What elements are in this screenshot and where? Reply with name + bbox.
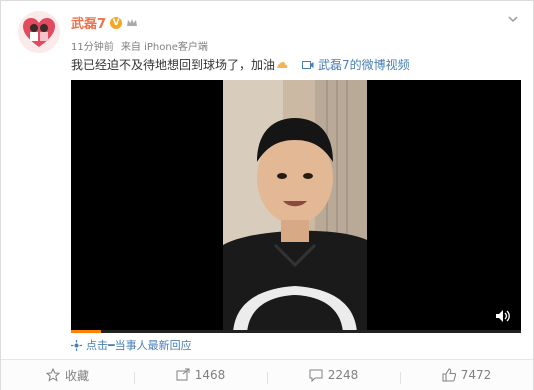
comment-button[interactable]: 2248 — [267, 368, 400, 384]
star-icon — [45, 368, 60, 382]
video-link-label: 武磊7的微博视频 — [318, 58, 410, 72]
post-time[interactable]: 11分钟前 — [71, 42, 114, 53]
post-body: 我已经迫不及待地想回到球场了，加油 — [71, 58, 276, 72]
member-crown-icon — [127, 18, 138, 26]
post-text: 我已经迫不及待地想回到球场了，加油 武磊7的微博视频 — [71, 56, 410, 73]
video-progress-bar[interactable] — [71, 330, 521, 333]
video-player[interactable] — [71, 80, 521, 333]
action-bar: 收藏 1468 2248 7472 — [1, 359, 533, 390]
like-count: 7472 — [460, 368, 492, 382]
favorite-button[interactable]: 收藏 — [1, 367, 134, 384]
video-progress-fill — [71, 330, 102, 333]
video-frame — [223, 80, 367, 333]
weibo-post-card: 武磊7 V 11分钟前 来自 iPhone客户端 我已经迫不及待地想回到球场了，… — [0, 0, 534, 390]
flexed-biceps-emoji-icon — [277, 61, 288, 68]
video-thumbnail-image — [223, 80, 367, 333]
like-button[interactable]: 7472 — [400, 368, 533, 384]
spark-icon — [71, 339, 82, 351]
post-source: 来自 iPhone客户端 — [120, 42, 208, 53]
avatar-image — [18, 11, 60, 53]
comment-count: 2248 — [327, 368, 359, 382]
verified-badge-icon: V — [110, 16, 123, 29]
video-camera-icon — [302, 60, 314, 69]
avatar[interactable] — [18, 11, 60, 53]
user-name-row: 武磊7 V — [71, 13, 138, 32]
repost-button[interactable]: 1468 — [134, 368, 267, 384]
comment-icon — [309, 369, 323, 382]
volume-icon[interactable] — [495, 309, 511, 323]
reply-prompt-label: 点击━当事人最新回应 — [86, 339, 192, 352]
chevron-down-icon[interactable] — [507, 13, 519, 25]
video-link[interactable]: 武磊7的微博视频 — [302, 56, 410, 73]
favorite-label: 收藏 — [64, 368, 89, 383]
repost-count: 1468 — [194, 368, 226, 382]
repost-icon — [176, 368, 190, 381]
thumbs-up-icon — [442, 368, 456, 382]
post-meta: 11分钟前 来自 iPhone客户端 — [71, 38, 212, 53]
user-name[interactable]: 武磊7 — [71, 13, 106, 32]
reply-prompt-link[interactable]: 点击━当事人最新回应 — [71, 337, 192, 353]
